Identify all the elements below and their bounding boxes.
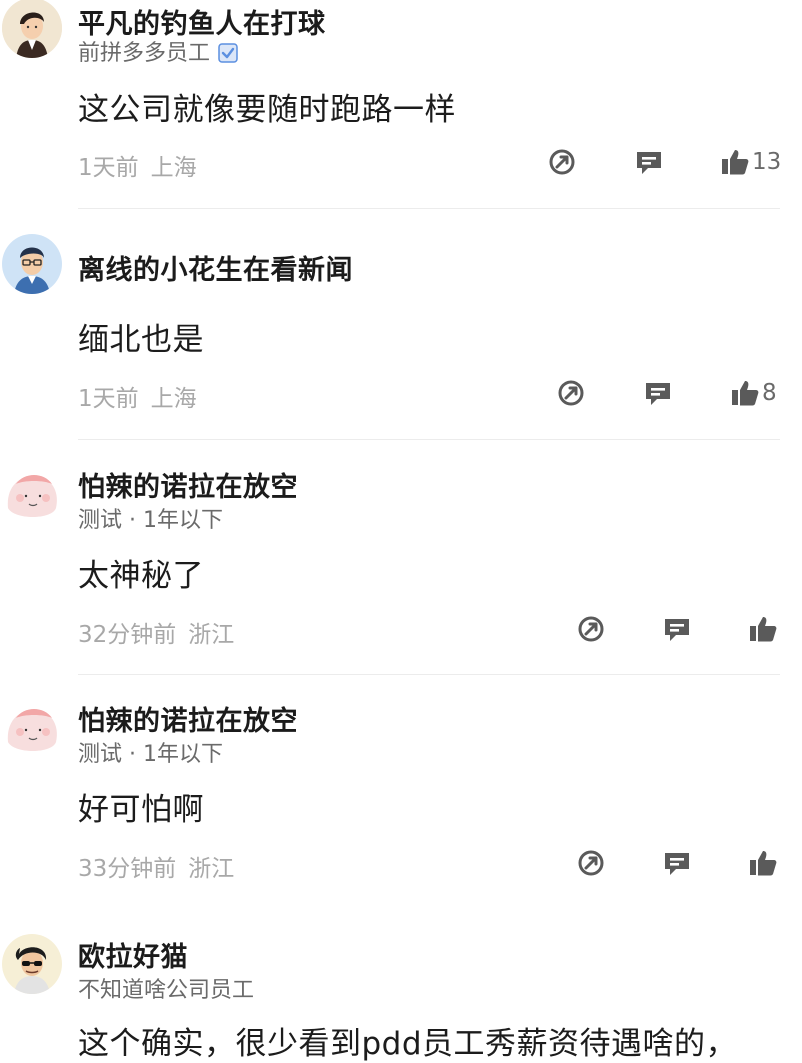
username[interactable]: 欧拉好猫 <box>78 935 188 974</box>
comment-icon <box>634 147 664 177</box>
avatar-cartoon-man-icon[interactable] <box>2 0 62 58</box>
reply-button[interactable] <box>634 147 664 177</box>
comment-location: 浙江 <box>188 622 235 648</box>
reply-button[interactable] <box>662 848 692 878</box>
verified-badge-icon <box>218 43 238 63</box>
comment-text: 这公司就像要随时跑路一样 <box>78 92 456 128</box>
share-icon <box>576 848 606 878</box>
divider <box>78 674 780 675</box>
avatar-pink-blob-icon[interactable] <box>2 464 62 524</box>
thumbs-up-icon <box>748 614 778 644</box>
thumbs-up-icon <box>748 848 778 878</box>
username[interactable]: 离线的小花生在看新闻 <box>78 248 353 287</box>
reply-button[interactable] <box>643 378 673 408</box>
avatar-pink-blob-icon[interactable] <box>2 698 62 758</box>
comment-footer: 1天前 上海 <box>78 379 197 413</box>
comment-footer: 32分钟前 浙江 <box>78 615 234 649</box>
comment-icon <box>662 614 692 644</box>
like-button[interactable] <box>748 614 778 644</box>
share-button[interactable] <box>576 848 606 878</box>
thumbs-up-icon <box>730 378 760 408</box>
comment-footer: 33分钟前 浙江 <box>78 849 234 883</box>
comment-footer: 1天前 上海 <box>78 148 197 182</box>
thumbs-up-icon <box>720 147 750 177</box>
user-title: 测试 · 1年以下 <box>78 742 223 767</box>
user-title: 不知道啥公司员工 <box>78 978 255 1003</box>
comment-icon <box>662 848 692 878</box>
username[interactable]: 怕辣的诺拉在放空 <box>78 699 298 738</box>
comment-location: 上海 <box>150 155 197 181</box>
share-button[interactable] <box>576 614 606 644</box>
reply-button[interactable] <box>662 614 692 644</box>
like-button[interactable] <box>748 848 778 878</box>
user-title: 前拼多多员工 <box>78 41 211 66</box>
divider <box>78 208 780 209</box>
comment-text: 这个确实，很少看到pdd员工秀薪资待遇啥的， <box>78 1026 738 1062</box>
comment-text: 太神秘了 <box>78 558 204 594</box>
username[interactable]: 怕辣的诺拉在放空 <box>78 465 298 504</box>
like-button[interactable]: 13 <box>720 147 781 177</box>
like-count: 8 <box>762 380 777 406</box>
comment-time: 1天前 <box>78 386 139 412</box>
user-meta: 前拼多多员工 <box>78 35 238 67</box>
comment-location: 上海 <box>150 386 197 412</box>
comment-time: 33分钟前 <box>78 856 177 882</box>
avatar-sunglasses-man-icon[interactable] <box>2 934 62 994</box>
comment-icon <box>643 378 673 408</box>
share-icon <box>576 614 606 644</box>
comment-text: 缅北也是 <box>78 322 204 358</box>
share-button[interactable] <box>556 378 586 408</box>
divider <box>78 439 780 440</box>
like-button[interactable]: 8 <box>730 378 777 408</box>
avatar-glasses-man-icon[interactable] <box>2 234 62 294</box>
share-icon <box>547 147 577 177</box>
comment-time: 32分钟前 <box>78 622 177 648</box>
comment-location: 浙江 <box>188 856 235 882</box>
like-count: 13 <box>752 149 782 175</box>
user-title: 测试 · 1年以下 <box>78 508 223 533</box>
comment-text: 好可怕啊 <box>78 792 204 828</box>
share-button[interactable] <box>547 147 577 177</box>
comment-time: 1天前 <box>78 155 139 181</box>
share-icon <box>556 378 586 408</box>
